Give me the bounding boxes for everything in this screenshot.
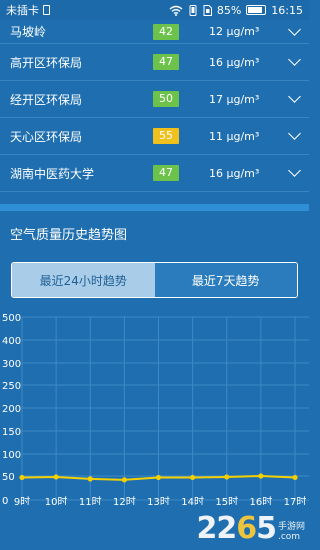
x-tick-label: 14时 [181, 496, 204, 505]
status-indicators: 85% 16:15 [169, 4, 303, 17]
watermark-logo: 2265 [196, 511, 276, 546]
station-name: 经开区环保局 [10, 92, 83, 107]
wifi-icon [169, 5, 183, 16]
section-divider [0, 204, 309, 211]
x-tick-label: 10时 [45, 496, 68, 505]
station-name: 天心区环保局 [10, 129, 83, 144]
status-bar: 未插卡 85% 16:15 [0, 0, 309, 20]
station-row[interactable]: 湖南中医药大学 47 16 μg/m³ [0, 155, 309, 192]
station-name: 湖南中医药大学 [10, 166, 95, 181]
pm-value: 11 μg/m³ [209, 129, 260, 143]
x-tick-label: 11时 [79, 496, 102, 505]
pm-value: 16 μg/m³ [209, 166, 260, 180]
data-point [53, 474, 59, 480]
station-row[interactable]: 高开区环保局 47 16 μg/m³ [0, 44, 309, 81]
y-tick-label: 0 [2, 496, 8, 505]
aqi-badge: 50 [153, 91, 179, 107]
station-name: 高开区环保局 [10, 55, 83, 70]
data-point [121, 477, 127, 483]
pm-value: 17 μg/m³ [209, 92, 260, 106]
pm-value: 12 μg/m³ [209, 25, 260, 38]
tab-7-days[interactable]: 最近7天趋势 [154, 263, 297, 297]
y-tick-label: 250 [2, 381, 21, 392]
carrier-info: 未插卡 [6, 2, 50, 18]
station-name: 马坡岭 [10, 25, 47, 39]
sd-card-icon [203, 4, 212, 16]
data-point [190, 474, 196, 481]
pm-value: 16 μg/m³ [209, 55, 260, 69]
station-row[interactable]: 马坡岭 42 12 μg/m³ [0, 20, 309, 44]
data-point [258, 473, 264, 479]
y-tick-label: 300 [2, 359, 21, 370]
data-point [19, 474, 25, 481]
watermark-text: 手游网 .com [277, 522, 305, 542]
aqi-badge: 42 [153, 23, 179, 40]
y-tick-label: 500 [2, 313, 21, 324]
data-point [224, 474, 230, 480]
station-row[interactable]: 天心区环保局 55 11 μg/m³ [0, 118, 309, 155]
trend-tabs: 最近24小时趋势 最近7天趋势 [11, 262, 298, 298]
y-tick-label: 100 [2, 450, 21, 461]
phone-vibrate-icon [189, 4, 197, 16]
x-tick-label: 13时 [147, 496, 170, 505]
y-tick-label: 200 [2, 404, 21, 415]
clock: 16:15 [271, 3, 303, 17]
carrier-label: 未插卡 [6, 4, 39, 17]
x-tick-label: 9时 [14, 496, 30, 505]
aqi-badge: 55 [153, 128, 179, 144]
data-point [87, 476, 93, 482]
aqi-badge: 47 [153, 54, 179, 70]
battery-icon [246, 5, 267, 15]
y-tick-label: 150 [2, 427, 21, 438]
data-point [292, 474, 298, 481]
y-tick-label: 400 [2, 336, 21, 347]
x-tick-label: 16时 [250, 496, 273, 505]
station-row[interactable]: 经开区环保局 50 17 μg/m³ [0, 81, 309, 118]
aqi-badge: 47 [153, 165, 179, 181]
history-title: 空气质量历史趋势图 [10, 228, 128, 243]
aqi-trend-chart: 500400300250200150100500 9时 10时 11时 12时 13时 14… [2, 313, 309, 505]
sim-card-icon [43, 5, 50, 15]
data-point [155, 474, 162, 481]
x-tick-label: 15时 [215, 496, 238, 505]
y-tick-label: 50 [2, 472, 15, 483]
x-tick-label: 17时 [284, 496, 307, 505]
battery-percent: 85% [216, 3, 242, 17]
site-watermark: 2265 手游网 .com [196, 511, 305, 546]
station-list: 马坡岭 42 12 μg/m³ 高开区环保局 47 16 μg/m³ 经开区环保… [0, 20, 309, 192]
x-tick-label: 12时 [113, 496, 136, 505]
tab-24-hours[interactable]: 最近24小时趋势 [12, 263, 155, 297]
